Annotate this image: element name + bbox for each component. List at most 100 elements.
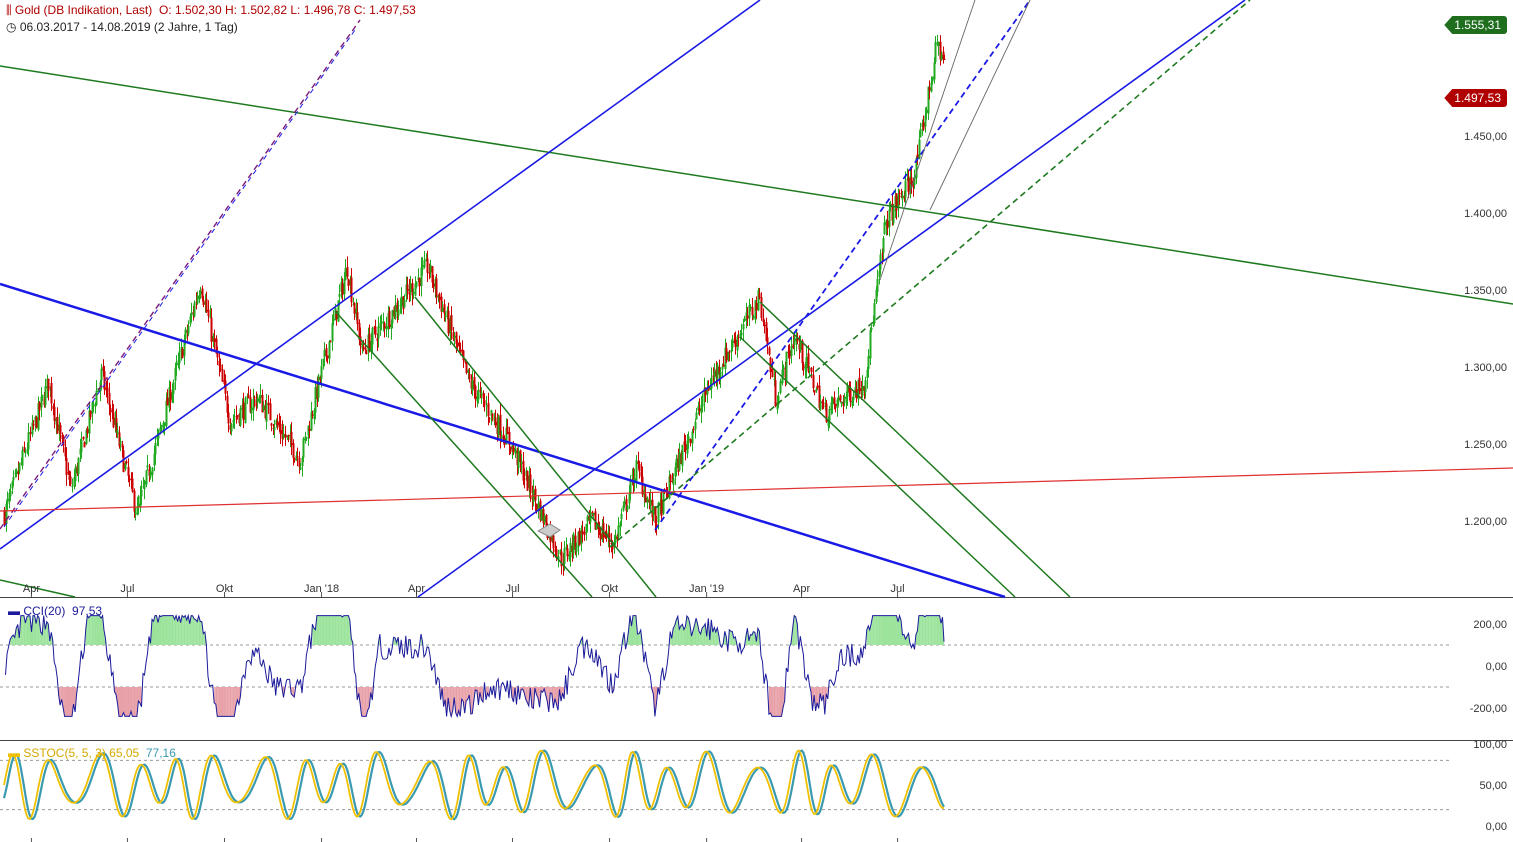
candle-body <box>346 266 349 277</box>
candle-body <box>71 485 74 487</box>
candle-body <box>400 296 403 307</box>
candle-body <box>701 402 704 407</box>
cci-overbought-fill <box>885 615 888 645</box>
candle-body <box>426 258 429 273</box>
candle-body <box>456 342 459 346</box>
cci-overbought-fill <box>328 615 331 645</box>
candle-body <box>755 302 758 311</box>
candle-body <box>230 423 233 432</box>
cci-overbought-fill <box>171 615 174 645</box>
cci-overbought-fill <box>884 615 886 645</box>
candle-body <box>494 417 497 426</box>
candle-body <box>684 444 687 451</box>
candle-body <box>695 412 698 420</box>
candle-body <box>270 423 273 426</box>
cci-overbought-fill <box>902 634 904 645</box>
candle-body <box>922 122 925 130</box>
candle-body <box>151 467 154 476</box>
cci-tick-label: 0,00 <box>1486 661 1507 673</box>
candle-body <box>771 368 774 378</box>
cci-overbought-fill <box>893 615 895 645</box>
candle-body <box>27 432 30 450</box>
price-tick-label: 1.200,00 <box>1464 516 1507 528</box>
candle-body <box>485 405 488 407</box>
candle-body <box>581 530 584 534</box>
candle-body <box>444 316 447 318</box>
cci-overbought-fill <box>337 615 340 645</box>
candle-body <box>92 403 95 406</box>
candle-body <box>119 441 122 444</box>
candle-body <box>491 413 494 417</box>
candle-body <box>477 391 480 400</box>
candle-body <box>763 324 766 326</box>
candle-body <box>617 525 620 538</box>
candle-body <box>742 324 745 330</box>
cci-overbought-fill <box>195 619 198 645</box>
cci-oversold-fill <box>135 687 137 717</box>
candle-body <box>837 397 840 403</box>
candle-body <box>53 406 56 421</box>
candle-body <box>799 341 802 350</box>
candle-body <box>163 422 166 427</box>
candle-body <box>236 415 239 417</box>
candle-body <box>12 477 15 481</box>
axis-layer: 1.200,00 1.250,00 1.300,00 1.350,00 1.400,00… <box>23 131 1507 842</box>
cci-overbought-fill <box>342 615 344 645</box>
cci-overbought-fill <box>935 615 937 645</box>
candle-body <box>86 428 89 434</box>
cci-overbought-fill <box>750 634 752 645</box>
candle-body <box>38 402 41 411</box>
cci-oversold-fill <box>68 687 71 717</box>
candle-body <box>9 490 12 497</box>
cci-overbought-fill <box>894 615 897 645</box>
stoch-title: SSTOC(5, 5, 3) <box>23 746 106 760</box>
cci-oversold-fill <box>361 687 364 717</box>
candle-body <box>216 353 219 358</box>
candle-body <box>931 76 934 82</box>
cci-title: CCI(20) <box>23 604 66 618</box>
candle-body <box>196 295 199 304</box>
candle-body <box>154 442 157 455</box>
candle-body <box>572 533 575 554</box>
candle-body <box>483 400 486 405</box>
cci-overbought-fill <box>316 615 319 645</box>
candle-body <box>244 398 247 424</box>
candle-body <box>760 297 763 319</box>
cci-overbought-fill <box>936 615 939 645</box>
candle-body <box>873 303 876 324</box>
candle-body <box>279 423 282 434</box>
candle-body <box>347 278 350 286</box>
candle-body <box>734 339 737 347</box>
candle-body <box>213 338 216 342</box>
candle-body <box>299 467 302 470</box>
candle-body <box>788 350 791 359</box>
last-price-tag: 1.497,53 <box>1444 89 1507 107</box>
candle-body <box>768 347 771 355</box>
cci-overbought-fill <box>200 621 202 645</box>
cci-overbought-fill <box>874 615 876 645</box>
candle-body <box>660 499 663 516</box>
cci-overbought-fill <box>87 615 89 645</box>
candle-body <box>109 408 112 413</box>
cci-overbought-fill <box>730 631 733 645</box>
candle-body <box>526 471 529 491</box>
cci-oversold-fill <box>223 687 226 717</box>
candle-body <box>239 408 242 426</box>
cci-overbought-fill <box>932 615 934 645</box>
cci-overbought-fill <box>183 615 186 645</box>
candle-body <box>586 516 589 522</box>
candle-body <box>534 488 537 501</box>
candle-body <box>447 310 450 334</box>
candle-body <box>828 408 831 422</box>
price-tick-label: 1.350,00 <box>1464 285 1507 297</box>
cci-overbought-fill <box>330 615 332 645</box>
candle-body <box>870 327 873 330</box>
cci-overbought-fill <box>891 615 894 645</box>
cci-overbought-fill <box>322 615 325 645</box>
price-tick-label: 1.250,00 <box>1464 439 1507 451</box>
cci-oversold-fill <box>138 687 140 703</box>
candle-body <box>471 380 474 391</box>
candle-body <box>391 310 394 324</box>
candle-body <box>69 476 72 485</box>
candle-body <box>892 209 895 224</box>
